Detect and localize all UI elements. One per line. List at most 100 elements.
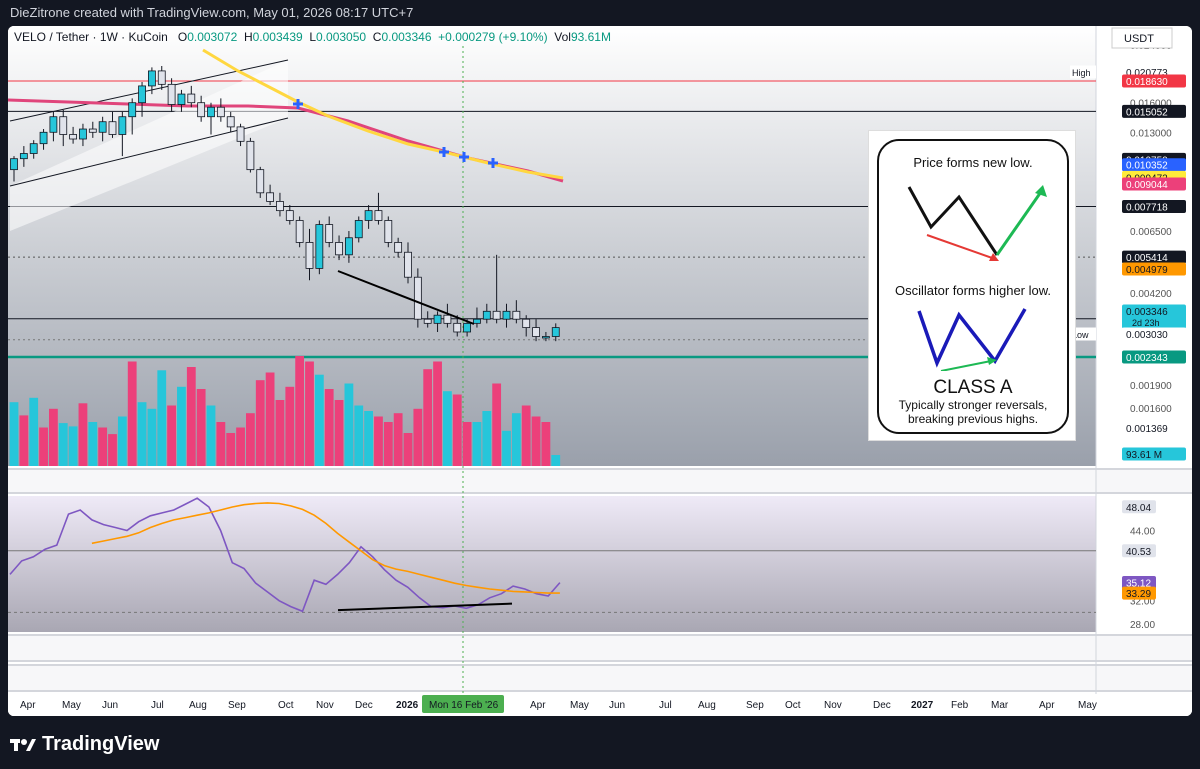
candle-body bbox=[492, 310, 501, 320]
rsi-tag-text: 48.04 bbox=[1126, 503, 1151, 514]
volume-bar bbox=[295, 356, 305, 466]
volume-bar bbox=[265, 372, 275, 466]
volume-bar bbox=[147, 408, 157, 466]
candle-body bbox=[59, 116, 68, 135]
price-tag-countdown: 2d 23h bbox=[1132, 318, 1160, 328]
candle-body bbox=[246, 140, 255, 171]
price-tag-text: 0.002343 bbox=[1126, 353, 1168, 364]
inset-price-caption: Price forms new low. bbox=[913, 155, 1033, 170]
candle-body bbox=[10, 158, 18, 171]
volume-bar bbox=[226, 433, 236, 466]
candle-body bbox=[315, 224, 324, 269]
volume-bar bbox=[246, 413, 255, 466]
candle-body bbox=[88, 128, 97, 133]
inset-oscillator-sketch bbox=[917, 308, 1027, 371]
candle-body bbox=[404, 251, 412, 278]
candle-body bbox=[374, 210, 383, 221]
candle-body bbox=[532, 327, 540, 337]
price-tag-text: 0.015052 bbox=[1126, 107, 1168, 118]
price-tag-text: 0.003346 bbox=[1126, 307, 1168, 318]
candle-body bbox=[285, 210, 294, 221]
candle-body bbox=[128, 102, 137, 118]
price-scale-label: 0.006500 bbox=[1130, 227, 1172, 238]
close-value: 0.003346 bbox=[381, 30, 432, 44]
empty-pane-inner-1 bbox=[8, 636, 1192, 660]
volume-bar bbox=[19, 415, 29, 466]
candle-body bbox=[79, 128, 87, 140]
time-axis-bg bbox=[8, 694, 1192, 716]
time-axis-label: May bbox=[1078, 700, 1097, 711]
volume-bar bbox=[462, 422, 472, 466]
candle-body bbox=[473, 318, 481, 324]
candle-body bbox=[423, 318, 432, 324]
price-tag-text: 0.007718 bbox=[1126, 203, 1168, 214]
volume-bar bbox=[206, 405, 216, 466]
time-axis-label: Dec bbox=[873, 700, 891, 711]
volume-bar bbox=[108, 434, 117, 466]
candle-body bbox=[364, 210, 373, 221]
volume-bar bbox=[275, 400, 285, 466]
candle-body bbox=[335, 242, 343, 256]
volume-bar bbox=[393, 413, 403, 466]
time-axis-label: Oct bbox=[785, 700, 801, 711]
candle-body bbox=[266, 192, 275, 202]
candle-body bbox=[463, 322, 472, 333]
volume-bar bbox=[521, 405, 531, 466]
rsi-scale-label: 28.00 bbox=[1130, 620, 1155, 631]
change-value: +0.000279 (+9.10%) bbox=[438, 30, 548, 44]
rsi-scale-label: 44.00 bbox=[1130, 526, 1155, 537]
candle-body bbox=[108, 121, 117, 135]
candle-body bbox=[236, 126, 245, 142]
time-axis-label: Sep bbox=[228, 700, 246, 711]
time-axis-label: Apr bbox=[20, 700, 36, 711]
candle-body bbox=[138, 85, 146, 104]
volume-bar bbox=[196, 389, 206, 466]
time-axis-label: Dec bbox=[355, 700, 373, 711]
candle-body bbox=[354, 220, 363, 239]
volume-bar bbox=[167, 405, 176, 466]
tradingview-footer: TradingView bbox=[10, 729, 159, 759]
time-axis-label: 2027 bbox=[911, 700, 934, 711]
candle-body bbox=[305, 242, 314, 269]
high-label: H bbox=[243, 30, 253, 44]
time-axis-label: Feb bbox=[951, 700, 969, 711]
price-tag-text: 0.003030 bbox=[1126, 330, 1168, 341]
inset-desc-1: Typically stronger reversals, bbox=[898, 398, 1048, 412]
candle-body bbox=[295, 220, 304, 243]
candle-body bbox=[276, 201, 284, 212]
green-arrowhead bbox=[1035, 185, 1047, 197]
price-tag-text: 0.010352 bbox=[1126, 161, 1168, 172]
time-axis-label: Nov bbox=[316, 700, 334, 711]
candle-body bbox=[39, 131, 48, 145]
chart-frame: 0.0240000.0160000.0130000.0065000.004200… bbox=[8, 26, 1192, 716]
oscillator-w-shape bbox=[917, 308, 1027, 368]
volume-bar bbox=[413, 408, 423, 466]
candle-body bbox=[443, 314, 452, 324]
price-tag-text: 0.005414 bbox=[1126, 253, 1168, 264]
candle-body bbox=[512, 310, 521, 320]
volume-bar bbox=[383, 422, 393, 466]
volume-bar bbox=[374, 416, 383, 466]
inset-desc-2: breaking previous highs. bbox=[907, 412, 1039, 426]
volume-bar bbox=[443, 391, 452, 466]
open-value: 0.003072 bbox=[187, 30, 238, 44]
symbol-label[interactable]: VELO / Tether · 1W · KuCoin bbox=[14, 30, 168, 44]
volume-bar bbox=[344, 383, 354, 466]
rsi-tag-text: 33.29 bbox=[1126, 589, 1151, 600]
low-value: 0.003050 bbox=[316, 30, 367, 44]
candle-body bbox=[226, 116, 235, 128]
price-breakout-arrow bbox=[995, 188, 1045, 256]
candle-body bbox=[384, 220, 393, 243]
time-axis-label: Aug bbox=[698, 700, 716, 711]
price-scale-label: 0.001600 bbox=[1130, 404, 1172, 415]
rsi-tag-text: 40.53 bbox=[1126, 547, 1151, 558]
credit-text: DieZitrone created with TradingView.com,… bbox=[10, 5, 414, 20]
time-axis-label: Apr bbox=[1039, 700, 1055, 711]
volume-bar bbox=[186, 367, 196, 466]
price-tag-text: 0.009044 bbox=[1126, 180, 1168, 191]
empty-pane-inner-0 bbox=[8, 470, 1192, 492]
time-axis-label: May bbox=[570, 700, 589, 711]
volume-value: 93.61M bbox=[570, 30, 611, 44]
volume-bar bbox=[433, 361, 442, 466]
divergence-inset: Price forms new low. Oscillator forms hi… bbox=[868, 130, 1076, 441]
